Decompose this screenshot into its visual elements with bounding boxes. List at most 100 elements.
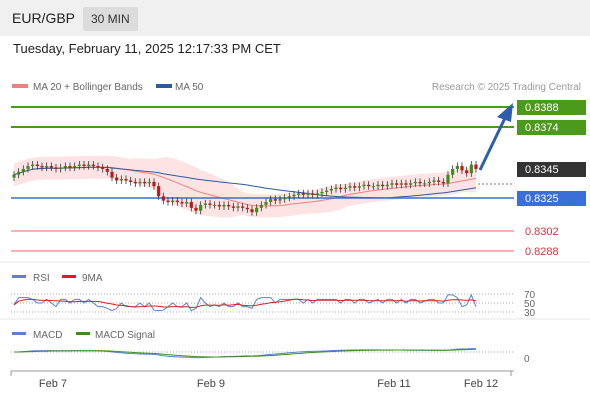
- candle-body: [124, 179, 128, 181]
- ma20-legend-label: MA 20 + Bollinger Bands: [33, 82, 143, 93]
- candle-body: [77, 164, 81, 167]
- candle-body: [446, 174, 450, 184]
- candle-body: [376, 184, 380, 187]
- candle-body: [315, 193, 319, 195]
- candle-body: [395, 183, 399, 185]
- candle-body: [287, 196, 291, 198]
- candle-body: [12, 174, 16, 178]
- candle-body: [175, 200, 179, 203]
- candle-body: [59, 167, 63, 169]
- candle-body: [465, 170, 469, 174]
- candle-body: [161, 196, 165, 201]
- s2-label: 0.8288: [525, 246, 559, 258]
- ma50-legend-swatch: [156, 84, 172, 88]
- chart-canvas: MA 20 + Bollinger Bands MA 50 Research ©…: [0, 82, 590, 390]
- candle-body: [441, 181, 445, 184]
- candle-body: [217, 204, 221, 207]
- rsi-tick-30: 30: [524, 308, 536, 319]
- candle-body: [105, 168, 109, 172]
- candle-body: [460, 166, 464, 171]
- candle-body: [250, 209, 254, 213]
- candle-body: [413, 181, 417, 184]
- macd-signal-legend-swatch: [76, 332, 90, 335]
- candle-body: [255, 207, 259, 213]
- candle-body: [185, 202, 189, 204]
- candle-body: [73, 166, 77, 168]
- candle-body: [203, 203, 207, 205]
- candle-body: [320, 191, 324, 194]
- candle-body: [171, 200, 175, 203]
- candle-body: [259, 204, 263, 208]
- candle-body: [119, 179, 123, 181]
- candle-body: [269, 199, 273, 203]
- candle-body: [390, 183, 394, 185]
- candle-body: [399, 183, 403, 185]
- candle-body: [301, 193, 305, 195]
- projection-arrow-line: [478, 117, 507, 171]
- ma20-legend-swatch: [12, 84, 28, 88]
- candle-body: [357, 186, 361, 188]
- candle-body: [152, 181, 156, 187]
- candle-body: [222, 204, 226, 207]
- x-tick-label: Feb 12: [464, 378, 498, 390]
- candle-body: [82, 164, 86, 167]
- rsi-ma-legend-label: 9MA: [82, 273, 103, 284]
- candle-body: [418, 181, 422, 184]
- candle-body: [348, 186, 352, 188]
- candle-body: [194, 207, 198, 211]
- rsi-ma-legend-swatch: [62, 275, 76, 278]
- candle-body: [208, 203, 212, 205]
- ma50-legend-label: MA 50: [175, 82, 204, 93]
- candle-body: [329, 189, 333, 191]
- candle-body: [339, 187, 343, 190]
- candle-body: [68, 166, 72, 168]
- candle-body: [292, 194, 296, 197]
- candle-body: [129, 180, 133, 182]
- candle-body: [245, 207, 249, 210]
- candle-body: [110, 171, 114, 178]
- candle-body: [231, 206, 235, 208]
- candle-body: [138, 181, 142, 184]
- x-tick-label: Feb 7: [39, 378, 67, 390]
- candle-body: [17, 171, 21, 175]
- candle-body: [147, 181, 151, 184]
- candle-body: [469, 164, 473, 174]
- candle-body: [166, 200, 170, 203]
- candle-body: [143, 181, 147, 184]
- candle-body: [236, 206, 240, 208]
- candle-body: [96, 166, 100, 168]
- candle-body: [278, 199, 282, 201]
- candle-body: [91, 164, 95, 167]
- candle-body: [40, 166, 44, 168]
- candle-body: [101, 167, 105, 169]
- x-tick-label: Feb 9: [197, 378, 225, 390]
- current-price-label: 0.8345: [525, 164, 559, 176]
- candle-body: [432, 180, 436, 182]
- candle-body: [325, 190, 329, 192]
- candle-body: [63, 166, 67, 168]
- candle-body: [213, 204, 217, 206]
- r2-label: 0.8388: [525, 102, 559, 114]
- s1-label: 0.8302: [525, 226, 559, 238]
- candle-body: [273, 199, 277, 201]
- candle-body: [264, 202, 268, 205]
- candle-body: [241, 206, 245, 208]
- candle-body: [227, 204, 231, 207]
- r1-label: 0.8374: [525, 122, 559, 134]
- candle-body: [362, 184, 366, 187]
- candle-body: [157, 186, 161, 197]
- candle-body: [455, 166, 459, 169]
- candle-body: [367, 184, 371, 187]
- candle-body: [427, 181, 431, 184]
- candle-body: [133, 181, 137, 184]
- candle-body: [283, 197, 287, 200]
- candle-body: [404, 183, 408, 185]
- candle-body: [189, 202, 193, 208]
- candle-body: [26, 166, 30, 169]
- candle-body: [381, 184, 385, 187]
- candle-body: [474, 164, 478, 169]
- candle-body: [45, 166, 49, 168]
- candle-body: [306, 193, 310, 195]
- candle-body: [199, 204, 203, 211]
- macd-legend-label: MACD: [33, 330, 62, 341]
